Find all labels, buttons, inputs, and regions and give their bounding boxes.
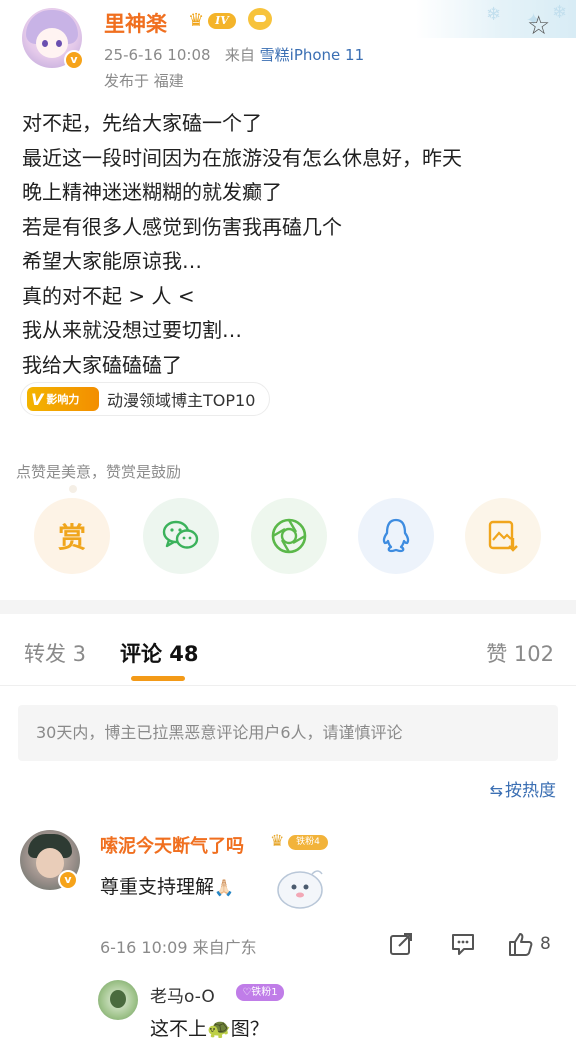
post-header: ❄ ✦ ❄ v 里神楽 ♛ IV ☆ 25-6-16 10:08 来自 雪糕iPho… — [0, 0, 576, 100]
level-label: IV — [208, 13, 236, 29]
hint-pointer — [69, 485, 77, 493]
save-image-icon — [488, 520, 518, 552]
pray-emoji: 🙏🏻 — [214, 878, 234, 897]
post-line: 我给大家磕磕磕了 — [22, 352, 182, 377]
turtle-emoji: 🐢 — [207, 1018, 231, 1038]
influence-mark: V — [31, 389, 44, 409]
source-prefix: 来自 — [224, 46, 255, 64]
post-line: 对不起，先给大家磕一个了 — [22, 111, 262, 135]
influence-topic-chip[interactable]: V 影响力 动漫领域博主TOP10 — [20, 382, 271, 416]
moments-icon — [271, 518, 307, 554]
sort-icon: ⇆ — [489, 781, 503, 800]
comment-like-button[interactable]: 8 — [508, 930, 551, 958]
author-name[interactable]: 里神楽 — [104, 8, 167, 38]
reward-icon: 赏 — [57, 521, 86, 554]
share-qq-button[interactable] — [358, 498, 434, 574]
comment-notice: 30天内，博主已拉黑恶意评论用户6人，请谨慎评论 — [18, 705, 558, 761]
influence-badge: V 影响力 — [27, 387, 99, 411]
wechat-icon — [162, 520, 199, 549]
verified-badge-icon: v — [58, 870, 78, 890]
post-content: 对不起，先给大家磕一个了 最近这一段时间因为在旅游没有怎么休息好，昨天 晚上精神… — [22, 106, 562, 382]
sort-button[interactable]: ⇆ 按热度 — [490, 776, 556, 801]
post-time: 25-6-16 10:08 — [104, 46, 211, 64]
tab-comment[interactable]: 评论 48 — [120, 638, 199, 668]
star-icon[interactable]: ☆ — [527, 12, 550, 40]
thumbs-up-icon — [509, 933, 533, 956]
reply-text: 这不上🐢图？ — [150, 1014, 269, 1038]
post-line: 真的对不起 > 人 < — [22, 283, 195, 308]
ghost-sticker-icon — [277, 870, 323, 909]
post-location: 发布于 福建 — [104, 72, 184, 90]
share-moments-button[interactable] — [251, 498, 327, 574]
comment-body: 尊重支持理解 — [100, 876, 215, 898]
comment-meta: 6-16 10:09 来自广东 — [100, 938, 257, 957]
reward-hint: 点赞是美意，赞赏是鼓励 — [16, 463, 182, 481]
crown-icon: ♛ — [270, 831, 285, 850]
fan-level-badge[interactable]: ♛ 铁粉4 — [270, 831, 328, 852]
share-row: 赏 — [0, 498, 576, 590]
section-divider — [0, 600, 576, 614]
comment-like-count: 8 — [540, 934, 551, 954]
post-line: 若是有很多人感觉到伤害我再磕几个 — [22, 214, 342, 239]
comment-text: 尊重支持理解🙏🏻 — [100, 872, 234, 899]
tab-like[interactable]: 赞 102 — [486, 638, 554, 668]
active-tab-indicator — [131, 676, 185, 681]
post-line: 最近这一段时间因为在旅游没有怎么休息好，昨天 — [22, 145, 462, 170]
level-badge[interactable]: ♛ IV — [188, 10, 242, 32]
post-line: 希望大家能原谅我… — [22, 249, 202, 273]
replier-name[interactable]: 老马o-O — [150, 982, 215, 1007]
sort-label: 按热度 — [505, 781, 556, 801]
replier-avatar[interactable] — [98, 980, 138, 1020]
verified-badge-icon: v — [64, 50, 84, 70]
influence-label: 影响力 — [46, 393, 80, 406]
tab-repost[interactable]: 转发 3 — [24, 638, 86, 668]
crown-icon: ♛ — [188, 10, 205, 31]
interaction-tabs: 转发 3 评论 48 赞 102 — [0, 614, 576, 686]
reward-button[interactable]: 赏 — [34, 498, 110, 574]
comment-reply-button[interactable] — [450, 930, 476, 958]
comment-share-button[interactable] — [388, 930, 414, 958]
post-source-link[interactable]: 雪糕iPhone 11 — [260, 46, 365, 64]
replier-fan-badge[interactable]: ♡铁粉1 — [236, 984, 284, 1001]
reply-text-end: 图？ — [230, 1018, 269, 1038]
commenter-name[interactable]: 嗦泥今天断气了吗 — [100, 832, 244, 858]
topic-label: 动漫领域博主TOP10 — [107, 391, 256, 410]
fan-level-label: 铁粉4 — [288, 835, 328, 850]
share-wechat-button[interactable] — [143, 498, 219, 574]
header-decoration: ❄ ✦ ❄ — [416, 0, 576, 38]
post-meta: 25-6-16 10:08 来自 雪糕iPhone 11 — [104, 44, 364, 65]
qq-icon — [382, 518, 410, 553]
post-line: 我从来就没想过要切割… — [22, 318, 242, 342]
comment-icon — [452, 934, 474, 955]
reply-text-start: 这不上 — [150, 1018, 208, 1038]
share-icon — [390, 933, 412, 955]
fan-club-icon[interactable] — [248, 8, 272, 30]
save-image-button[interactable] — [465, 498, 541, 574]
post-line: 晚上精神迷迷糊糊的就发癫了 — [22, 180, 282, 204]
